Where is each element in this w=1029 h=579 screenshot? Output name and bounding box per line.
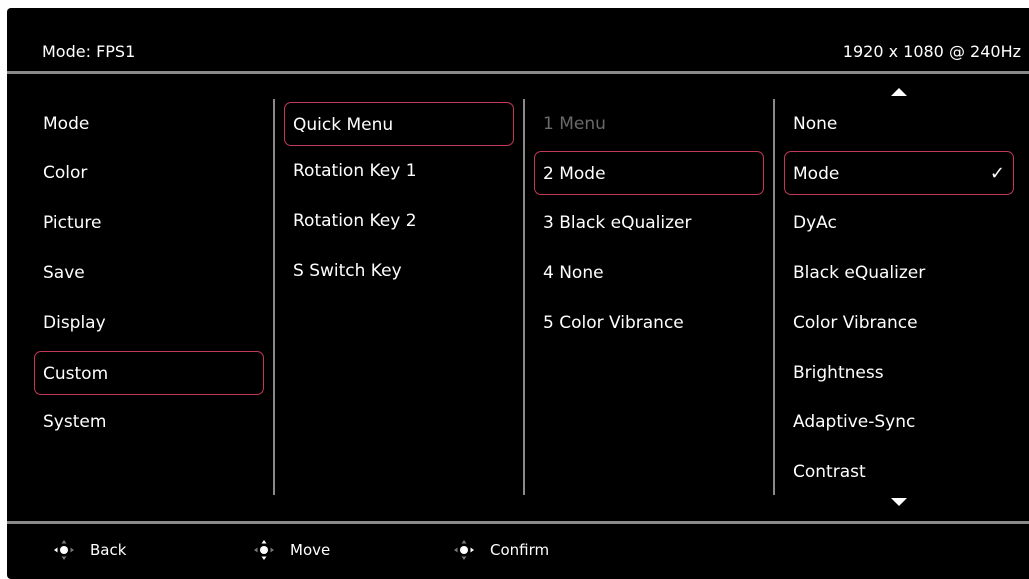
menu-item-label: Display — [43, 313, 106, 333]
slot-item-5-color-vibrance[interactable]: 5 Color Vibrance — [534, 301, 764, 345]
scroll-up-icon[interactable] — [891, 88, 907, 96]
submenu-item-rotation-key-2[interactable]: Rotation Key 2 — [284, 199, 514, 243]
option-item-black-equalizer[interactable]: Black eQualizer — [784, 251, 1014, 295]
menu-item-label: Save — [43, 263, 85, 283]
slot-item-label: 5 Color Vibrance — [543, 313, 684, 333]
option-item-brightness[interactable]: Brightness — [784, 351, 1014, 395]
resolution-label: 1920 x 1080 @ 240Hz — [842, 42, 1021, 61]
current-mode-label: Mode: FPS1 — [42, 42, 136, 61]
option-item-label: Black eQualizer — [793, 263, 926, 283]
header-divider — [7, 71, 1029, 74]
slot-item-1-menu: 1 Menu — [534, 102, 764, 146]
slot-item-3-black-equalizer[interactable]: 3 Black eQualizer — [534, 201, 764, 245]
slot-item-label: 4 None — [543, 263, 604, 283]
menu-item-mode[interactable]: Mode — [34, 102, 264, 146]
menu-item-label: Mode — [43, 114, 90, 134]
menu-item-label: System — [43, 412, 107, 432]
column-divider — [273, 99, 275, 495]
footer-move-label: Move — [290, 541, 331, 559]
submenu-item-rotation-key-1[interactable]: Rotation Key 1 — [284, 149, 514, 193]
option-item-mode[interactable]: Mode ✓ — [784, 151, 1014, 195]
option-item-label: Adaptive-Sync — [793, 412, 916, 432]
menu-item-label: Picture — [43, 213, 102, 233]
slot-item-label: 1 Menu — [543, 114, 606, 134]
column-divider — [523, 99, 525, 495]
joystick-right-icon — [454, 540, 474, 560]
option-item-adaptive-sync[interactable]: Adaptive-Sync — [784, 400, 1014, 444]
menu-item-save[interactable]: Save — [34, 251, 264, 295]
option-item-color-vibrance[interactable]: Color Vibrance — [784, 301, 1014, 345]
option-item-label: Contrast — [793, 462, 866, 482]
menu-item-label: Color — [43, 163, 88, 183]
slot-item-2-mode[interactable]: 2 Mode — [534, 151, 764, 195]
menu-item-display[interactable]: Display — [34, 301, 264, 345]
option-item-label: DyAc — [793, 213, 837, 233]
submenu-item-label: Quick Menu — [293, 115, 394, 135]
slot-item-label: 3 Black eQualizer — [543, 213, 692, 233]
submenu-item-quick-menu[interactable]: Quick Menu — [284, 102, 514, 146]
menu-item-system[interactable]: System — [34, 400, 264, 444]
submenu-item-label: Rotation Key 2 — [293, 211, 417, 231]
osd-header: Mode: FPS1 1920 x 1080 @ 240Hz — [7, 8, 1029, 74]
menu-item-color[interactable]: Color — [34, 151, 264, 195]
option-item-label: Mode — [793, 164, 840, 184]
scroll-down-icon[interactable] — [891, 498, 907, 506]
footer-back-label: Back — [90, 541, 127, 559]
slot-item-4-none[interactable]: 4 None — [534, 251, 764, 295]
option-item-label: Color Vibrance — [793, 313, 918, 333]
osd-menu: Mode: FPS1 1920 x 1080 @ 240Hz Mode Colo… — [7, 8, 1029, 579]
menu-item-custom[interactable]: Custom — [34, 351, 264, 395]
footer-confirm-label: Confirm — [490, 541, 550, 559]
submenu-item-label: Rotation Key 1 — [293, 161, 417, 181]
menu-item-picture[interactable]: Picture — [34, 201, 264, 245]
option-item-contrast[interactable]: Contrast — [784, 450, 1014, 494]
slot-item-label: 2 Mode — [543, 164, 606, 184]
option-item-none[interactable]: None — [784, 102, 1014, 146]
option-item-dyac[interactable]: DyAc — [784, 201, 1014, 245]
submenu-item-label: S Switch Key — [293, 261, 402, 281]
checkmark-icon: ✓ — [989, 163, 1005, 184]
joystick-left-icon — [54, 540, 74, 560]
option-item-label: Brightness — [793, 363, 884, 383]
column-divider — [773, 99, 775, 495]
option-item-label: None — [793, 114, 838, 134]
menu-item-label: Custom — [43, 364, 109, 384]
osd-footer: Back Move Confirm — [7, 524, 1029, 579]
joystick-up-down-icon — [254, 540, 274, 560]
submenu-item-s-switch-key[interactable]: S Switch Key — [284, 249, 514, 293]
